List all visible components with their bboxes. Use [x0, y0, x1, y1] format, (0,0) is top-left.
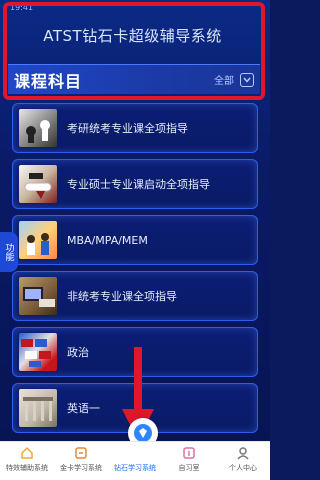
course-label: MBA/MPA/MEM	[67, 233, 148, 247]
course-label: 考研统考专业课全项指导	[67, 122, 188, 135]
nav-item-zixishi[interactable]: 自习室	[162, 442, 216, 480]
diploma-thumbnail	[19, 165, 57, 203]
building-thumbnail	[19, 389, 57, 427]
course-label: 政治	[67, 346, 89, 359]
nav-label: 金卡学习系统	[60, 464, 102, 472]
course-label: 英语一	[67, 402, 100, 415]
app-screen: 19:41 ATST钻石卡超级辅导系统 课程科目 全部 考研统考专业课全项指导 …	[0, 0, 270, 480]
section-title: 课程科目	[14, 71, 83, 91]
chevron-down-icon[interactable]	[240, 72, 254, 87]
diamond-icon	[134, 424, 152, 442]
gold-card-icon	[73, 445, 89, 461]
course-section-header: 课程科目 全部	[8, 64, 260, 94]
course-item-feitongkao[interactable]: 非统考专业课全项指导	[12, 271, 258, 321]
function-side-tab[interactable]: 功能	[0, 232, 18, 272]
app-title: ATST钻石卡超级辅导系统	[43, 27, 222, 45]
course-item-zhuanshuo[interactable]: 专业硕士专业课启动全项指导	[12, 159, 258, 209]
all-courses-link[interactable]: 全部	[214, 72, 234, 87]
desk-thumbnail	[19, 277, 57, 315]
study-room-icon	[181, 445, 197, 461]
nav-label: 特效辅助系统	[6, 464, 48, 472]
nav-item-jinka[interactable]: 金卡学习系统	[54, 442, 108, 480]
course-label: 非统考专业课全项指导	[67, 290, 177, 303]
course-label: 专业硕士专业课启动全项指导	[67, 178, 210, 191]
flags-thumbnail	[19, 333, 57, 371]
nav-item-tekao[interactable]: 特效辅助系统	[0, 442, 54, 480]
person-icon	[235, 445, 251, 461]
nav-label: 钻石学习系统	[114, 464, 156, 472]
course-item-mba[interactable]: MBA/MPA/MEM	[12, 215, 258, 265]
nav-item-geren[interactable]: 个人中心	[216, 442, 270, 480]
people-thumbnail	[19, 221, 57, 259]
course-item-kaoyan[interactable]: 考研统考专业课全项指导	[12, 103, 258, 153]
bottom-navigation: 特效辅助系统 金卡学习系统 钻石学习系统 自习室 个人中心	[0, 441, 270, 480]
home-icon	[19, 445, 35, 461]
nav-label: 自习室	[178, 464, 200, 472]
nav-item-zuanshi[interactable]: 钻石学习系统	[108, 442, 162, 480]
chess-thumbnail	[19, 109, 57, 147]
nav-label: 个人中心	[229, 464, 257, 472]
